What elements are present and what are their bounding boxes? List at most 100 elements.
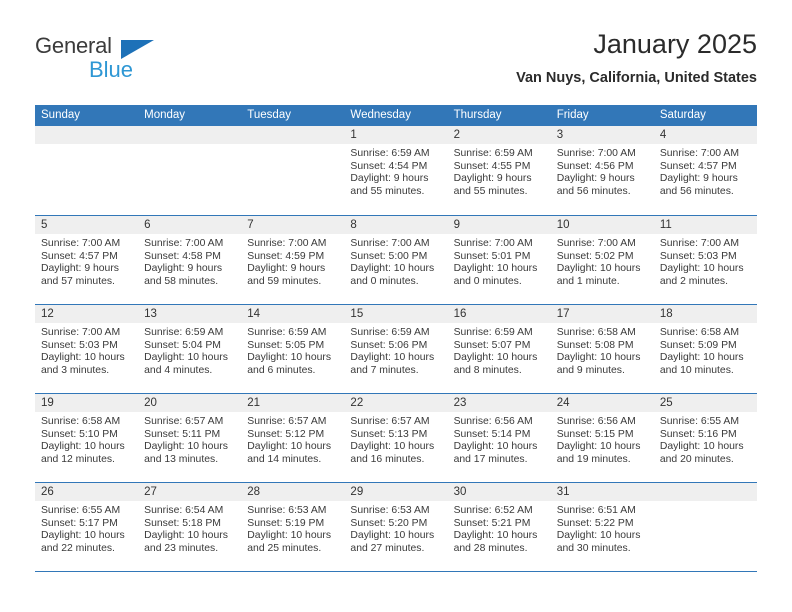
calendar-day-cell[interactable]: 8 Sunrise: 7:00 AM Sunset: 5:00 PM Daylight… xyxy=(344,216,448,304)
day-number-band: 20 xyxy=(138,394,242,412)
calendar-week-row: 5 Sunrise: 7:00 AM Sunset: 4:57 PM Daylight… xyxy=(35,215,757,304)
sunset-text: Sunset: 4:59 PM xyxy=(247,250,325,262)
calendar-day-cell[interactable]: 25 Sunrise: 6:55 AM Sunset: 5:16 PM Dayligh… xyxy=(653,394,757,482)
calendar-day-cell[interactable]: 5 Sunrise: 7:00 AM Sunset: 4:57 PM Daylight… xyxy=(35,216,139,304)
calendar-day-cell[interactable]: 19 Sunrise: 6:58 AM Sunset: 5:10 PM Dayligh… xyxy=(35,394,139,482)
weekday-header-row: Sunday Monday Tuesday Wednesday Thursday… xyxy=(35,105,757,126)
calendar-page: General Blue January 2025 Van Nuys, Cali… xyxy=(0,0,792,612)
calendar-day-cell[interactable]: 11 Sunrise: 7:00 AM Sunset: 5:03 PM Dayligh… xyxy=(653,216,757,304)
day-number-band: 10 xyxy=(550,216,654,234)
calendar-day-cell[interactable]: 3 Sunrise: 7:00 AM Sunset: 4:56 PM Daylight… xyxy=(550,126,654,215)
sunrise-text: Sunrise: 6:56 AM xyxy=(453,416,533,427)
day-number-band xyxy=(653,483,757,501)
day-sun-info: Sunrise: 6:57 AM Sunset: 5:12 PM Daylight:… xyxy=(241,412,344,466)
day-sun-info: Sunrise: 6:58 AM Sunset: 5:09 PM Daylight:… xyxy=(654,323,757,377)
calendar-day-cell[interactable]: 31 Sunrise: 6:51 AM Sunset: 5:22 PM Dayligh… xyxy=(550,483,654,571)
daylight-text: Daylight: 9 hours and 59 minutes. xyxy=(247,263,326,287)
generalblue-logo[interactable]: General Blue xyxy=(35,34,265,94)
calendar-day-cell[interactable]: 6 Sunrise: 7:00 AM Sunset: 4:58 PM Daylight… xyxy=(138,216,242,304)
daylight-text: Daylight: 10 hours and 23 minutes. xyxy=(144,530,228,554)
daylight-text: Daylight: 9 hours and 55 minutes. xyxy=(453,173,532,197)
day-sun-info: Sunrise: 6:59 AM Sunset: 5:06 PM Daylight:… xyxy=(344,323,447,377)
day-number-band: 2 xyxy=(447,126,551,144)
day-number: 6 xyxy=(144,219,151,231)
calendar-day-cell-empty xyxy=(138,126,242,215)
day-sun-info: Sunrise: 7:00 AM Sunset: 5:03 PM Daylight:… xyxy=(654,234,757,288)
calendar-day-cell[interactable]: 29 Sunrise: 6:53 AM Sunset: 5:20 PM Dayligh… xyxy=(344,483,448,571)
calendar-day-cell[interactable]: 13 Sunrise: 6:59 AM Sunset: 5:04 PM Dayligh… xyxy=(138,305,242,393)
calendar-day-cell[interactable]: 15 Sunrise: 6:59 AM Sunset: 5:06 PM Dayligh… xyxy=(344,305,448,393)
calendar-day-cell[interactable]: 4 Sunrise: 7:00 AM Sunset: 4:57 PM Daylight… xyxy=(653,126,757,215)
sunset-text: Sunset: 5:07 PM xyxy=(453,339,531,351)
sunrise-text: Sunrise: 7:00 AM xyxy=(556,238,636,249)
day-number-band: 22 xyxy=(344,394,448,412)
sunrise-text: Sunrise: 6:56 AM xyxy=(556,416,636,427)
day-number-band: 23 xyxy=(447,394,551,412)
sunrise-text: Sunrise: 6:54 AM xyxy=(144,505,224,516)
day-number-band: 29 xyxy=(344,483,448,501)
calendar-day-cell[interactable]: 7 Sunrise: 7:00 AM Sunset: 4:59 PM Daylight… xyxy=(241,216,345,304)
day-sun-info: Sunrise: 6:59 AM Sunset: 4:54 PM Daylight:… xyxy=(344,144,447,198)
day-sun-info: Sunrise: 7:00 AM Sunset: 4:57 PM Daylight:… xyxy=(654,144,757,198)
day-number: 23 xyxy=(453,397,467,409)
sunrise-text: Sunrise: 6:57 AM xyxy=(247,416,327,427)
calendar-day-cell[interactable]: 18 Sunrise: 6:58 AM Sunset: 5:09 PM Dayligh… xyxy=(653,305,757,393)
calendar-day-cell[interactable]: 27 Sunrise: 6:54 AM Sunset: 5:18 PM Dayligh… xyxy=(138,483,242,571)
sunset-text: Sunset: 5:12 PM xyxy=(247,428,325,440)
day-number: 31 xyxy=(556,486,570,498)
calendar-day-cell[interactable]: 2 Sunrise: 6:59 AM Sunset: 4:55 PM Daylight… xyxy=(447,126,551,215)
calendar-day-cell[interactable]: 23 Sunrise: 6:56 AM Sunset: 5:14 PM Dayligh… xyxy=(447,394,551,482)
sunrise-text: Sunrise: 6:59 AM xyxy=(350,327,430,338)
daylight-text: Daylight: 10 hours and 28 minutes. xyxy=(453,530,538,554)
sunset-text: Sunset: 4:56 PM xyxy=(556,160,634,172)
calendar-day-cell[interactable]: 16 Sunrise: 6:59 AM Sunset: 5:07 PM Dayligh… xyxy=(447,305,551,393)
sunset-text: Sunset: 5:03 PM xyxy=(41,339,118,351)
calendar-day-cell[interactable]: 20 Sunrise: 6:57 AM Sunset: 5:11 PM Dayligh… xyxy=(138,394,242,482)
daylight-text: Daylight: 10 hours and 17 minutes. xyxy=(453,441,538,465)
day-sun-info: Sunrise: 7:00 AM Sunset: 5:02 PM Daylight:… xyxy=(551,234,654,288)
sunrise-text: Sunrise: 6:58 AM xyxy=(659,327,739,338)
day-number: 27 xyxy=(144,486,157,498)
day-number: 8 xyxy=(350,219,357,231)
calendar-day-cell[interactable]: 26 Sunrise: 6:55 AM Sunset: 5:17 PM Dayligh… xyxy=(35,483,139,571)
calendar-day-cell[interactable]: 10 Sunrise: 7:00 AM Sunset: 5:02 PM Dayligh… xyxy=(550,216,654,304)
sunrise-text: Sunrise: 7:00 AM xyxy=(41,327,121,338)
calendar-day-cell-empty xyxy=(35,126,139,215)
daylight-text: Daylight: 9 hours and 57 minutes. xyxy=(41,263,119,287)
calendar-day-cell[interactable]: 21 Sunrise: 6:57 AM Sunset: 5:12 PM Dayligh… xyxy=(241,394,345,482)
day-sun-info: Sunrise: 6:55 AM Sunset: 5:17 PM Daylight:… xyxy=(35,501,138,555)
page-title: January 2025 xyxy=(593,29,757,59)
day-number-band: 26 xyxy=(35,483,139,501)
calendar-day-cell[interactable]: 24 Sunrise: 6:56 AM Sunset: 5:15 PM Dayligh… xyxy=(550,394,654,482)
day-number: 28 xyxy=(247,486,261,498)
calendar-day-cell[interactable]: 14 Sunrise: 6:59 AM Sunset: 5:05 PM Dayligh… xyxy=(241,305,345,393)
day-sun-info: Sunrise: 6:58 AM Sunset: 5:10 PM Daylight:… xyxy=(35,412,138,466)
day-number: 3 xyxy=(556,129,564,141)
calendar-day-cell[interactable]: 9 Sunrise: 7:00 AM Sunset: 5:01 PM Daylight… xyxy=(447,216,551,304)
daylight-text: Daylight: 10 hours and 3 minutes. xyxy=(41,352,125,376)
calendar-day-cell[interactable]: 1 Sunrise: 6:59 AM Sunset: 4:54 PM Daylight… xyxy=(344,126,448,215)
calendar-day-cell[interactable]: 30 Sunrise: 6:52 AM Sunset: 5:21 PM Dayligh… xyxy=(447,483,551,571)
sunrise-text: Sunrise: 7:00 AM xyxy=(556,148,636,159)
day-sun-info: Sunrise: 6:59 AM Sunset: 5:05 PM Daylight:… xyxy=(241,323,344,377)
day-number-band: 30 xyxy=(447,483,551,501)
day-number-band: 18 xyxy=(653,305,757,323)
daylight-text: Daylight: 10 hours and 4 minutes. xyxy=(144,352,228,376)
day-number-band: 8 xyxy=(344,216,448,234)
calendar-day-cell[interactable]: 28 Sunrise: 6:53 AM Sunset: 5:19 PM Dayligh… xyxy=(241,483,345,571)
day-number-band: 13 xyxy=(138,305,242,323)
sunrise-text: Sunrise: 7:00 AM xyxy=(41,238,121,249)
sunset-text: Sunset: 5:18 PM xyxy=(144,517,221,529)
weekday-header-sunday: Sunday xyxy=(41,109,81,121)
day-sun-info: Sunrise: 6:55 AM Sunset: 5:16 PM Daylight:… xyxy=(654,412,757,466)
day-number: 12 xyxy=(41,308,54,320)
day-number-band: 25 xyxy=(653,394,757,412)
calendar-day-cell[interactable]: 12 Sunrise: 7:00 AM Sunset: 5:03 PM Dayligh… xyxy=(35,305,139,393)
daylight-text: Daylight: 10 hours and 25 minutes. xyxy=(247,530,332,554)
sunset-text: Sunset: 5:21 PM xyxy=(453,517,531,529)
daylight-text: Daylight: 10 hours and 9 minutes. xyxy=(556,352,641,376)
calendar-day-cell[interactable]: 22 Sunrise: 6:57 AM Sunset: 5:13 PM Dayligh… xyxy=(344,394,448,482)
calendar-day-cell[interactable]: 17 Sunrise: 6:58 AM Sunset: 5:08 PM Dayligh… xyxy=(550,305,654,393)
day-sun-info: Sunrise: 6:56 AM Sunset: 5:14 PM Daylight:… xyxy=(448,412,551,466)
day-number-band: 17 xyxy=(550,305,654,323)
